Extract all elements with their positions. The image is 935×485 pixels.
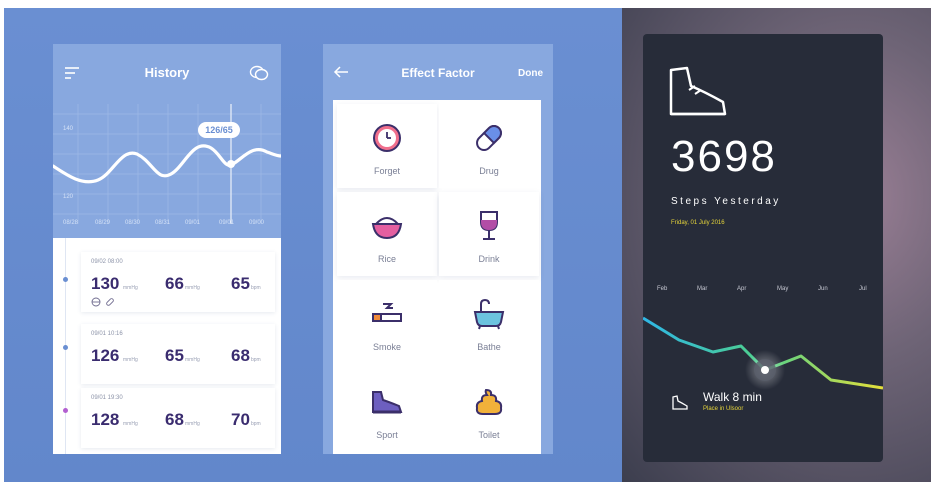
- y-label-bottom: 120: [63, 194, 74, 200]
- effect-factor-screen: Effect Factor Done Forget Drug Rice Drin…: [323, 44, 553, 454]
- pill-icon: [106, 298, 114, 306]
- systolic-unit: mmHg: [123, 285, 138, 291]
- history-screen: History 140 120 126/65 08/28 08/29 08/30…: [53, 44, 281, 454]
- pulse-unit: bpm: [251, 421, 261, 427]
- history-line-chart: [53, 104, 281, 224]
- rice-bowl-icon: [371, 217, 403, 240]
- record-datetime: 09/01 10:16: [91, 331, 123, 337]
- factor-label: Toilet: [478, 430, 500, 440]
- sneaker-icon: [669, 66, 727, 116]
- walk-title: Walk 8 min: [703, 390, 762, 404]
- y-label-top: 140: [63, 126, 74, 132]
- factor-label: Rice: [377, 254, 396, 264]
- diastolic-value: 66: [165, 274, 184, 293]
- diastolic-value: 65: [165, 346, 184, 365]
- pulse-unit: bpm: [251, 285, 261, 291]
- cigarette-icon: [372, 303, 402, 322]
- pulse-value: 65: [231, 274, 250, 293]
- pulse-value: 70: [231, 410, 250, 429]
- record-datetime: 09/02 08:00: [91, 259, 123, 265]
- record-datetime: 09/01 19:30: [91, 395, 123, 401]
- factor-label: Drug: [479, 166, 499, 176]
- timeline-dot: [63, 408, 68, 413]
- chart-tooltip: 126/65: [198, 122, 240, 138]
- diastolic-unit: mmHg: [185, 285, 200, 291]
- history-title: History: [144, 65, 190, 80]
- record-card[interactable]: 09/01 10:16 126 mmHg 65 mmHg 68 bpm: [81, 324, 275, 384]
- x-label: 09/01: [185, 220, 201, 226]
- month-label: Feb: [657, 286, 668, 292]
- pulse-value: 68: [231, 346, 250, 365]
- month-label: May: [777, 286, 789, 292]
- history-header: History 140 120 126/65 08/28 08/29 08/30…: [53, 44, 281, 238]
- clock-icon: [373, 124, 401, 152]
- factor-label: Forget: [373, 166, 400, 176]
- systolic-unit: mmHg: [123, 421, 138, 427]
- x-label: 08/30: [125, 220, 141, 226]
- diastolic-value: 68: [165, 410, 184, 429]
- factor-grid: Forget Drug Rice Drink Smoke Bathe Sport…: [333, 100, 541, 454]
- rice-bowl-icon: [91, 297, 101, 307]
- x-label: 08/29: [95, 220, 111, 226]
- steps-date: Friday, 01 July 2016: [671, 220, 725, 226]
- month-label: Jun: [818, 286, 828, 292]
- timeline-dot: [63, 277, 68, 282]
- diastolic-unit: mmHg: [185, 421, 200, 427]
- sneaker-icon: [372, 391, 403, 414]
- factor-drink[interactable]: Drink: [439, 192, 539, 276]
- timeline-dot: [63, 345, 68, 350]
- x-label: 09/01: [219, 220, 235, 226]
- factor-drug[interactable]: Drug: [439, 104, 539, 188]
- steps-screen: 3698 Steps Yesterday Friday, 01 July 201…: [643, 34, 883, 462]
- factor-sport[interactable]: Sport: [337, 368, 437, 452]
- record-card[interactable]: 09/01 19:30 128 mmHg 68 mmHg 70 bpm: [81, 388, 275, 448]
- factor-label: Sport: [376, 430, 398, 440]
- factor-bathe[interactable]: Bathe: [439, 280, 539, 364]
- chat-bubbles-icon[interactable]: [249, 64, 269, 82]
- done-button[interactable]: Done: [518, 68, 543, 79]
- sneaker-icon: [672, 395, 688, 410]
- systolic-unit: mmHg: [123, 357, 138, 363]
- walk-place: Place in Ulsoor: [703, 406, 744, 412]
- systolic-value: 130: [91, 274, 120, 293]
- factor-label: Smoke: [372, 342, 401, 352]
- x-label: 08/28: [63, 220, 79, 226]
- factor-forget[interactable]: Forget: [337, 104, 437, 188]
- factor-label: Drink: [478, 254, 500, 264]
- month-label: Jul: [859, 286, 867, 292]
- month-label: Mar: [697, 286, 708, 292]
- bathtub-icon: [473, 298, 505, 330]
- factor-toilet[interactable]: Toilet: [439, 368, 539, 452]
- systolic-value: 128: [91, 410, 120, 429]
- pulse-unit: bpm: [251, 357, 261, 363]
- pill-icon: [476, 125, 502, 151]
- factor-label: Bathe: [477, 342, 501, 352]
- diastolic-unit: mmHg: [185, 357, 200, 363]
- showcase: History 140 120 126/65 08/28 08/29 08/30…: [4, 8, 931, 482]
- wine-glass-icon: [480, 211, 498, 240]
- steps-count: 3698: [671, 132, 777, 181]
- month-label: Apr: [737, 286, 747, 292]
- record-card[interactable]: 09/02 08:00 130 mmHg 66 mmHg 65 bpm: [81, 252, 275, 312]
- steps-label: Steps Yesterday: [671, 196, 781, 207]
- systolic-value: 126: [91, 346, 120, 365]
- factor-smoke[interactable]: Smoke: [337, 280, 437, 364]
- x-label: 08/31: [155, 220, 171, 226]
- poop-icon: [475, 388, 503, 415]
- x-label: 09/00: [249, 220, 265, 226]
- factor-rice[interactable]: Rice: [337, 192, 437, 276]
